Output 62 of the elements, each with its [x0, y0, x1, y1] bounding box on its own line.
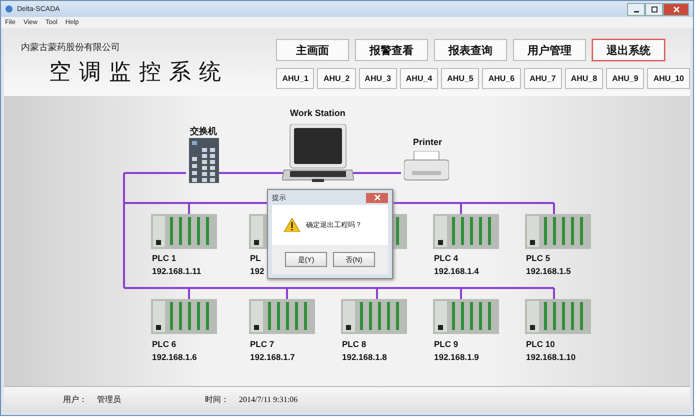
user-name: 管理员	[97, 394, 121, 405]
plc-drawing	[341, 299, 407, 334]
plc-name: PL	[250, 253, 261, 263]
plc-ip: 192.168.1.5	[526, 266, 571, 276]
plc-ip: 192	[250, 266, 264, 276]
ahu-button[interactable]: AHU_8	[564, 68, 604, 89]
plc-drawing	[433, 214, 499, 249]
company-name: 内蒙古蒙药股份有限公司	[21, 41, 121, 54]
plc-name: PLC 4	[434, 253, 458, 263]
network-switch-icon	[189, 138, 219, 183]
workstation-label: Work Station	[290, 108, 346, 118]
nav-button[interactable]: 报警查看	[355, 39, 428, 61]
ahu-button[interactable]: AHU_9	[606, 68, 644, 89]
switch-label: 交换机	[190, 125, 217, 138]
plc-drawing	[249, 299, 315, 334]
plc-ip: 192.168.1.10	[526, 352, 576, 362]
close-icon	[672, 6, 680, 12]
plc-ip: 192.168.1.7	[250, 352, 295, 362]
app-icon	[5, 5, 13, 13]
plc-ip: 192.168.1.8	[342, 352, 387, 362]
plc-ip: 192.168.1.9	[434, 352, 479, 362]
maximize-icon	[650, 6, 658, 12]
printer-label: Printer	[413, 137, 442, 147]
time-value: 2014/7/11 9:31:06	[239, 395, 298, 404]
plc-name: PLC 5	[526, 253, 550, 263]
ahu-button[interactable]: AHU_3	[358, 68, 397, 89]
laptop-icon	[282, 124, 354, 184]
plc-ip: 192.168.1.6	[152, 352, 197, 362]
plc-name: PLC 9	[434, 339, 458, 349]
maximize-button[interactable]	[645, 2, 663, 16]
plc-drawing	[525, 299, 591, 334]
plc-drawing	[525, 214, 591, 249]
close-button[interactable]	[366, 192, 388, 202]
ahu-button[interactable]: AHU_7	[524, 68, 562, 89]
plc-drawing	[151, 214, 217, 249]
ahu-button[interactable]: AHU_6	[482, 68, 521, 89]
nav-button[interactable]: 主画面	[276, 39, 350, 61]
plc-name: PLC 6	[152, 339, 176, 349]
nav-button[interactable]: 报表查询	[434, 39, 508, 61]
ahu-button[interactable]: AHU_10	[647, 68, 690, 89]
close-icon	[374, 194, 380, 201]
ahu-button[interactable]: AHU_4	[400, 68, 438, 89]
plc-name: PLC 10	[526, 339, 555, 349]
warning-icon	[284, 218, 300, 232]
plc-name: PLC 1	[152, 253, 176, 263]
time-label: 时间：	[205, 394, 229, 405]
plc-drawing	[433, 299, 499, 334]
minimize-button[interactable]	[627, 2, 645, 16]
system-title: 空调监控系统	[49, 58, 230, 86]
plc-drawing	[151, 299, 217, 334]
ahu-button[interactable]: AHU_5	[441, 68, 480, 89]
nav-button[interactable]: 退出系统	[592, 39, 666, 61]
plc-name: PLC 7	[250, 339, 274, 349]
printer-icon	[404, 151, 449, 181]
plc-ip: 192.168.1.11	[152, 266, 202, 276]
ahu-button[interactable]: AHU_1	[276, 68, 314, 89]
nav-button[interactable]: 用户管理	[513, 39, 586, 61]
close-button[interactable]	[663, 2, 689, 16]
ahu-button[interactable]: AHU_2	[317, 68, 356, 89]
user-label: 用户：	[63, 394, 87, 405]
plc-ip: 192.168.1.4	[434, 266, 479, 276]
plc-name: PLC 8	[342, 339, 366, 349]
